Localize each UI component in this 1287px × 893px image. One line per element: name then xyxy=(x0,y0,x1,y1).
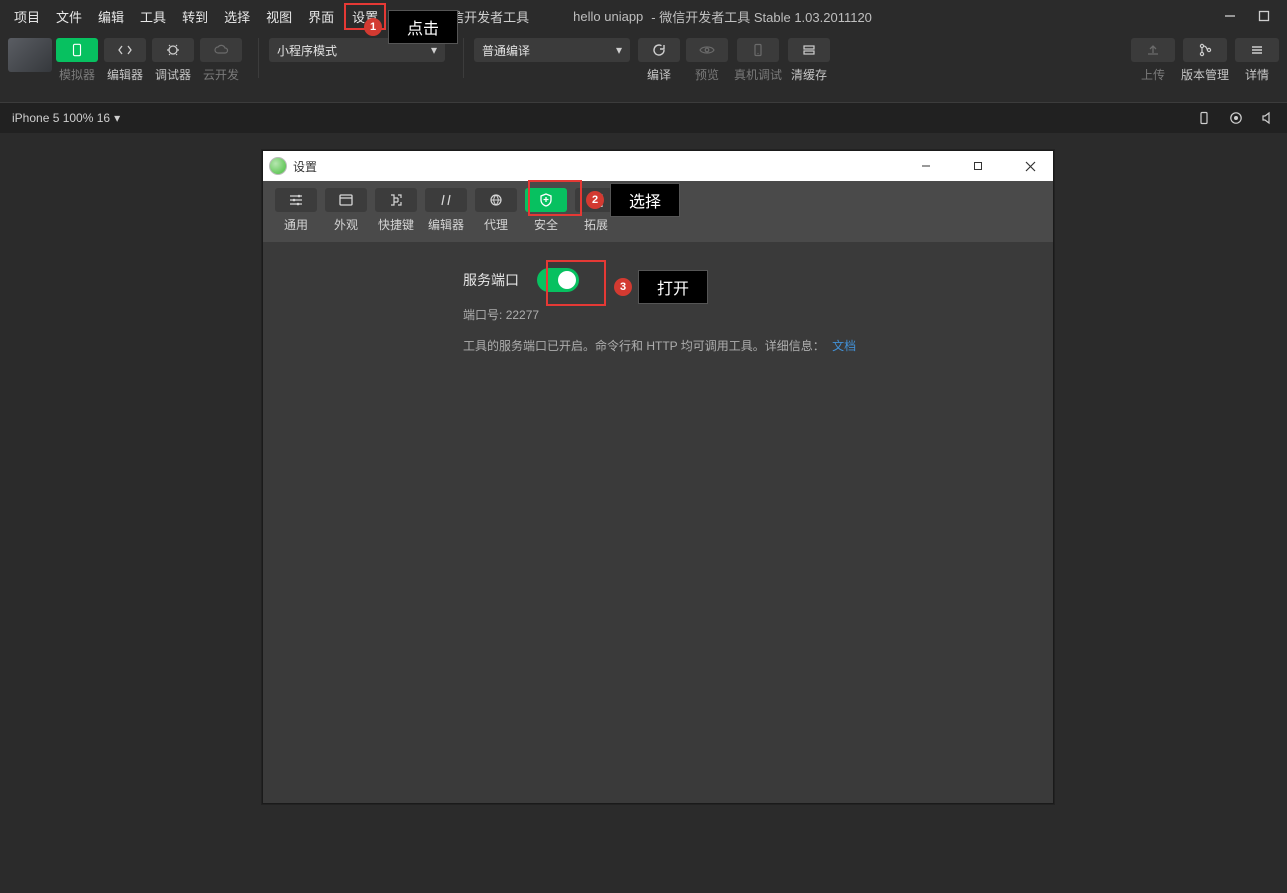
port-value: 22277 xyxy=(506,308,539,322)
project-sub: - 微信开发者工具 Stable 1.03.2011120 xyxy=(651,7,872,26)
chevron-down-icon: ▾ xyxy=(616,43,622,57)
status-bar: iPhone 5 100% 16 ▾ xyxy=(0,103,1287,133)
port-row: 端口号: 22277 xyxy=(463,306,1053,323)
tab-editor[interactable]: 编辑器 xyxy=(425,188,467,233)
compile-label: 编译 xyxy=(647,66,671,83)
service-port-toggle[interactable] xyxy=(537,268,579,292)
simulator-toggle[interactable]: 模拟器 xyxy=(56,38,98,83)
tab-security-label: 安全 xyxy=(534,216,558,233)
callout-badge: 2 xyxy=(586,191,604,209)
menu-project[interactable]: 项目 xyxy=(8,3,46,30)
callout-badge: 1 xyxy=(364,18,382,36)
tab-proxy-label: 代理 xyxy=(484,216,508,233)
chevron-down-icon: ▾ xyxy=(431,43,437,57)
debugger-label: 调试器 xyxy=(155,66,191,83)
tab-general[interactable]: 通用 xyxy=(275,188,317,233)
tab-extensions-label: 拓展 xyxy=(584,216,608,233)
compile-value: 普通编译 xyxy=(482,42,530,59)
mode-value: 小程序模式 xyxy=(277,42,337,59)
callout-text: 打开 xyxy=(638,270,708,304)
upload-button[interactable]: 上传 xyxy=(1131,38,1175,83)
editor-label: 编辑器 xyxy=(107,66,143,83)
settings-titlebar: 设置 xyxy=(263,151,1053,181)
settings-title: 设置 xyxy=(293,158,317,175)
settings-window: 设置 通用 外观 快捷键 编辑器 代理 xyxy=(262,150,1054,804)
service-port-label: 服务端口 xyxy=(463,270,519,290)
version-control-label: 版本管理 xyxy=(1181,66,1229,83)
details-label: 详情 xyxy=(1245,66,1269,83)
chevron-down-icon: ▾ xyxy=(114,111,120,125)
tab-proxy[interactable]: 代理 xyxy=(475,188,517,233)
port-label: 端口号: xyxy=(463,308,502,322)
compile-dropdown[interactable]: 普通编译 ▾ xyxy=(474,38,630,62)
preview-label: 预览 xyxy=(695,66,719,83)
tab-appearance[interactable]: 外观 xyxy=(325,188,367,233)
menu-interface[interactable]: 界面 xyxy=(302,3,340,30)
record-icon[interactable] xyxy=(1229,111,1243,125)
tab-shortcuts-label: 快捷键 xyxy=(378,216,414,233)
wechat-devtools-icon xyxy=(269,157,287,175)
tab-general-label: 通用 xyxy=(284,216,308,233)
window-minimize-button[interactable] xyxy=(1215,6,1245,26)
settings-minimize-button[interactable] xyxy=(903,151,949,181)
project-name: hello uniapp xyxy=(573,9,643,24)
tab-editor-label: 编辑器 xyxy=(428,216,464,233)
version-control-button[interactable]: 版本管理 xyxy=(1181,38,1229,83)
menu-select[interactable]: 选择 xyxy=(218,3,256,30)
cloud-label: 云开发 xyxy=(203,66,239,83)
callout-text: 点击 xyxy=(388,10,458,44)
info-text: 工具的服务端口已开启。命令行和 HTTP 均可调用工具。详细信息： xyxy=(463,339,825,353)
simulator-label: 模拟器 xyxy=(59,66,95,83)
preview-button[interactable]: 预览 xyxy=(686,38,728,83)
menu-view[interactable]: 视图 xyxy=(260,3,298,30)
callout-badge: 3 xyxy=(614,278,632,296)
info-row: 工具的服务端口已开启。命令行和 HTTP 均可调用工具。详细信息： 文档 xyxy=(463,337,1053,354)
menu-file[interactable]: 文件 xyxy=(50,3,88,30)
project-icon xyxy=(8,38,52,72)
menu-edit[interactable]: 编辑 xyxy=(92,3,130,30)
settings-close-button[interactable] xyxy=(1007,151,1053,181)
clear-cache-button[interactable]: 清缓存 xyxy=(788,38,830,83)
callout-1: 1 点击 xyxy=(364,10,458,44)
tab-security[interactable]: 安全 xyxy=(525,188,567,233)
mute-icon[interactable] xyxy=(1261,111,1275,125)
phone-icon[interactable] xyxy=(1197,111,1211,125)
menu-tools[interactable]: 工具 xyxy=(134,3,172,30)
callout-3: 3 打开 xyxy=(614,270,708,304)
tab-shortcuts[interactable]: 快捷键 xyxy=(375,188,417,233)
remote-debug-label: 真机调试 xyxy=(734,66,782,83)
compile-button[interactable]: 编译 xyxy=(638,38,680,83)
debugger-toggle[interactable]: 调试器 xyxy=(152,38,194,83)
window-maximize-button[interactable] xyxy=(1249,6,1279,26)
callout-2: 2 选择 xyxy=(586,183,680,217)
remote-debug-button[interactable]: 真机调试 xyxy=(734,38,782,83)
device-value: iPhone 5 100% 16 xyxy=(12,111,110,125)
docs-link[interactable]: 文档 xyxy=(832,339,856,353)
device-selector[interactable]: iPhone 5 100% 16 ▾ xyxy=(12,111,120,125)
callout-text: 选择 xyxy=(610,183,680,217)
menu-goto[interactable]: 转到 xyxy=(176,3,214,30)
toolbar-separator xyxy=(463,38,464,78)
editor-toggle[interactable]: 编辑器 xyxy=(104,38,146,83)
settings-content: 服务端口 端口号: 22277 工具的服务端口已开启。命令行和 HTTP 均可调… xyxy=(263,242,1053,803)
toolbar-separator xyxy=(258,38,259,78)
tab-appearance-label: 外观 xyxy=(334,216,358,233)
main-toolbar: 模拟器 编辑器 调试器 云开发 小程序模式 ▾ 普通编译 ▾ 编译 xyxy=(0,32,1287,103)
menu-bar: 项目 文件 编辑 工具 转到 选择 视图 界面 设置 帮助 微信开发者工具 he… xyxy=(0,0,1287,32)
settings-maximize-button[interactable] xyxy=(955,151,1001,181)
details-button[interactable]: 详情 xyxy=(1235,38,1279,83)
upload-label: 上传 xyxy=(1141,66,1165,83)
clear-cache-label: 清缓存 xyxy=(791,66,827,83)
cloud-toggle[interactable]: 云开发 xyxy=(200,38,242,83)
